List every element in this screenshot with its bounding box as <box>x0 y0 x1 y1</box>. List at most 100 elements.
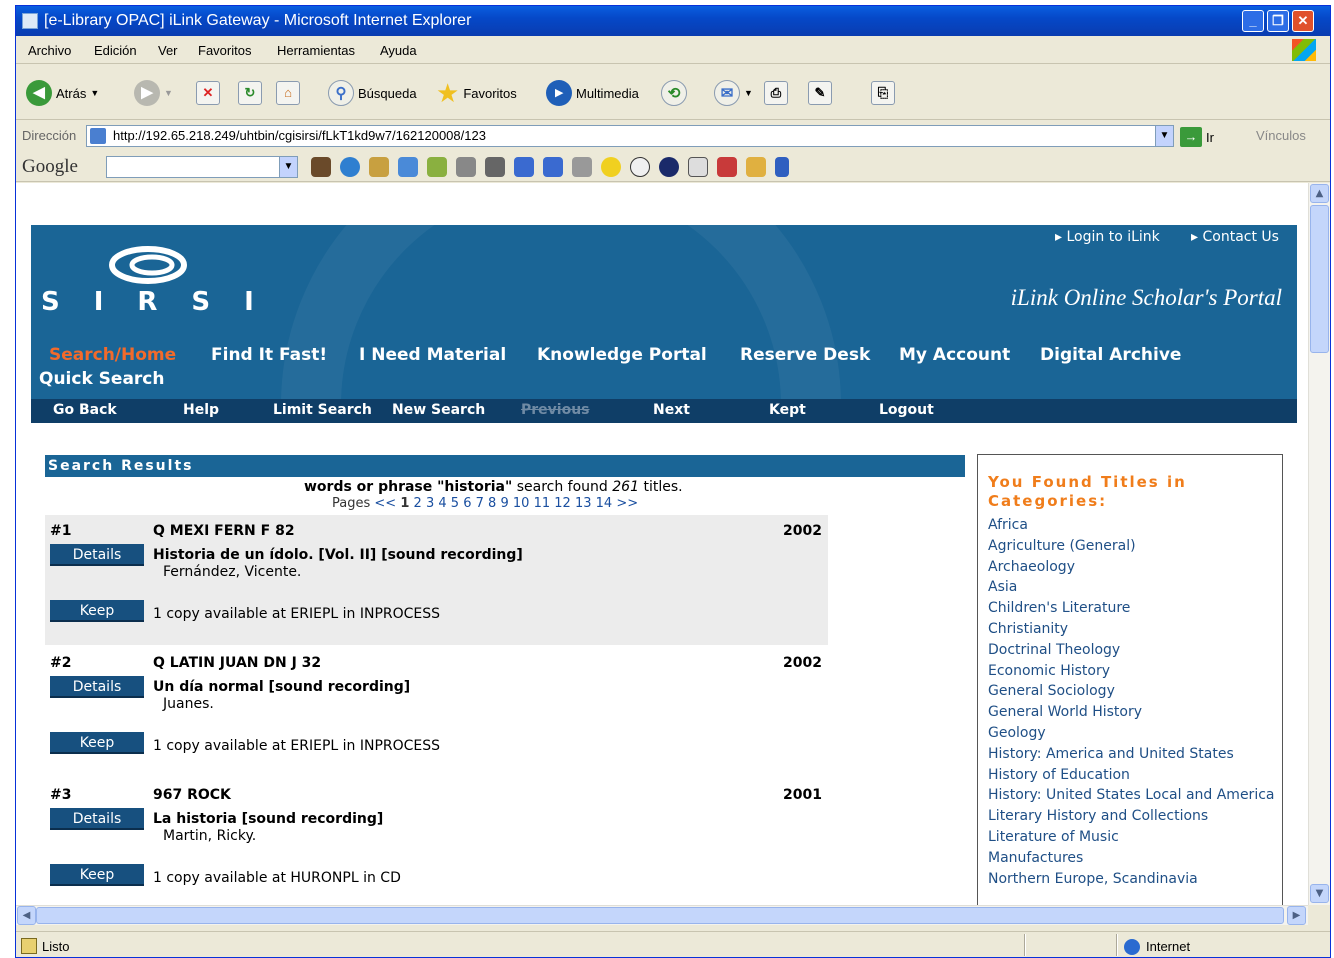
keep-button[interactable]: Keep <box>50 864 144 886</box>
nav-digital-archive[interactable]: Digital Archive <box>1040 345 1181 365</box>
result-title[interactable]: La historia [sound recording] <box>153 811 383 827</box>
category-link[interactable]: Geology <box>988 725 1278 742</box>
go-button[interactable]: → Ir <box>1180 126 1214 148</box>
page-link[interactable]: 5 <box>451 496 459 511</box>
category-link[interactable]: Doctrinal Theology <box>988 642 1278 659</box>
address-dropdown-icon[interactable]: ▼ <box>1155 126 1173 146</box>
favorites-button[interactable]: ★ Favoritos <box>436 78 517 108</box>
minimize-button[interactable]: _ <box>1242 10 1264 32</box>
eraser-icon[interactable] <box>485 157 505 177</box>
category-link[interactable]: General Sociology <box>988 683 1278 700</box>
flower-icon[interactable] <box>398 157 418 177</box>
previous-icon[interactable] <box>514 157 534 177</box>
keep-button[interactable]: Keep <box>50 732 144 754</box>
nav-my-account[interactable]: My Account <box>899 345 1010 365</box>
globe-icon[interactable] <box>340 157 360 177</box>
menu-archivo[interactable]: Archivo <box>28 43 71 58</box>
window-icon[interactable] <box>688 157 708 177</box>
go-back-link[interactable]: Go Back <box>53 402 117 418</box>
category-link[interactable]: History: America and United States <box>988 746 1278 763</box>
menu-herramientas[interactable]: Herramientas <box>277 43 355 58</box>
info-icon[interactable] <box>659 157 679 177</box>
page-link[interactable]: 13 <box>575 496 592 511</box>
login-link[interactable]: ▸ Login to iLink <box>1055 229 1160 245</box>
page-link[interactable]: 7 <box>476 496 484 511</box>
nav-i-need-material[interactable]: I Need Material <box>359 345 506 365</box>
page-link[interactable]: 14 <box>596 496 613 511</box>
search-button[interactable]: ⚲ Búsqueda <box>328 78 417 108</box>
keep-button[interactable]: Keep <box>50 600 144 622</box>
edit-button[interactable]: ✎ <box>808 78 832 108</box>
menu-favoritos[interactable]: Favoritos <box>198 43 251 58</box>
category-link[interactable]: Literary History and Collections <box>988 808 1278 825</box>
page-link[interactable]: 6 <box>463 496 471 511</box>
page-link[interactable]: 2 <box>414 496 422 511</box>
details-button[interactable]: Details <box>50 808 144 830</box>
links-label[interactable]: Vínculos <box>1256 128 1306 143</box>
page-link[interactable]: 3 <box>426 496 434 511</box>
contact-link[interactable]: ▸ Contact Us <box>1191 229 1279 245</box>
home-button[interactable]: ⌂ <box>276 78 300 108</box>
help-link[interactable]: Help <box>183 402 219 418</box>
page-link[interactable]: 11 <box>534 496 551 511</box>
menu-ver[interactable]: Ver <box>158 43 178 58</box>
binoculars-icon[interactable] <box>311 157 331 177</box>
category-link[interactable]: Northern Europe, Scandinavia <box>988 871 1278 888</box>
address-input[interactable]: http://192.65.218.249/uhtbin/cgisirsi/fL… <box>86 125 1174 147</box>
folder-icon[interactable] <box>746 157 766 177</box>
forward-button[interactable]: ▶ ▼ <box>134 78 173 108</box>
category-link[interactable]: Agriculture (General) <box>988 538 1278 555</box>
category-link[interactable]: History of Education <box>988 767 1278 784</box>
page-last[interactable]: >> <box>616 496 638 511</box>
scroll-right-icon[interactable]: ▶ <box>1287 906 1306 925</box>
quick-search-link[interactable]: Quick Search <box>39 369 165 389</box>
highlight-icon[interactable] <box>717 157 737 177</box>
nav-knowledge-portal[interactable]: Knowledge Portal <box>537 345 707 365</box>
close-button[interactable]: ✕ <box>1292 10 1314 32</box>
category-link[interactable]: Economic History <box>988 663 1278 680</box>
menu-ayuda[interactable]: Ayuda <box>380 43 417 58</box>
page-first[interactable]: << <box>374 496 396 511</box>
kept-link[interactable]: Kept <box>769 402 806 418</box>
mail-button[interactable]: ✉ ▼ <box>714 78 753 108</box>
category-link[interactable]: Manufactures <box>988 850 1278 867</box>
next-icon[interactable] <box>543 157 563 177</box>
logout-link[interactable]: Logout <box>879 402 934 418</box>
news-icon[interactable] <box>369 157 389 177</box>
smiley-icon[interactable] <box>601 157 621 177</box>
category-link[interactable]: Africa <box>988 517 1278 534</box>
page-link[interactable]: 12 <box>554 496 571 511</box>
vertical-scrollbar[interactable]: ▲ ▼ <box>1308 183 1330 905</box>
category-link[interactable]: General World History <box>988 704 1278 721</box>
nav-find-it-fast[interactable]: Find It Fast! <box>211 345 327 365</box>
pencil-icon[interactable] <box>775 157 789 177</box>
details-button[interactable]: Details <box>50 676 144 698</box>
new-search-link[interactable]: New Search <box>392 402 485 418</box>
limit-search-link[interactable]: Limit Search <box>273 402 372 418</box>
stop-button[interactable]: ✕ <box>196 78 220 108</box>
category-link[interactable]: Children's Literature <box>988 600 1278 617</box>
result-title[interactable]: Un día normal [sound recording] <box>153 679 410 695</box>
scroll-down-icon[interactable]: ▼ <box>1310 884 1329 903</box>
category-link[interactable]: Asia <box>988 579 1278 596</box>
vertical-scroll-thumb[interactable] <box>1310 205 1329 353</box>
nav-reserve-desk[interactable]: Reserve Desk <box>740 345 870 365</box>
details-button[interactable]: Details <box>50 544 144 566</box>
result-title[interactable]: Historia de un ídolo. [Vol. II] [sound r… <box>153 547 523 563</box>
refresh-button[interactable]: ↻ <box>238 78 262 108</box>
horizontal-scrollbar[interactable]: ◀ ▶ <box>16 905 1308 925</box>
google-search-input[interactable]: ▼ <box>106 156 298 178</box>
category-link[interactable]: Literature of Music <box>988 829 1278 846</box>
research-button[interactable]: ⎘ <box>871 78 895 108</box>
horizontal-scroll-thumb[interactable] <box>36 907 1284 924</box>
page-link[interactable]: 10 <box>513 496 530 511</box>
media-button[interactable]: ▸ Multimedia <box>546 78 639 108</box>
pagerank-icon[interactable] <box>572 157 592 177</box>
next-link[interactable]: Next <box>653 402 690 418</box>
page-link[interactable]: 4 <box>438 496 446 511</box>
google-logo[interactable]: Google <box>22 156 78 178</box>
category-link[interactable]: Archaeology <box>988 559 1278 576</box>
people-icon[interactable] <box>456 157 476 177</box>
google-dropdown-icon[interactable]: ▼ <box>279 157 297 177</box>
frown-icon[interactable] <box>630 157 650 177</box>
